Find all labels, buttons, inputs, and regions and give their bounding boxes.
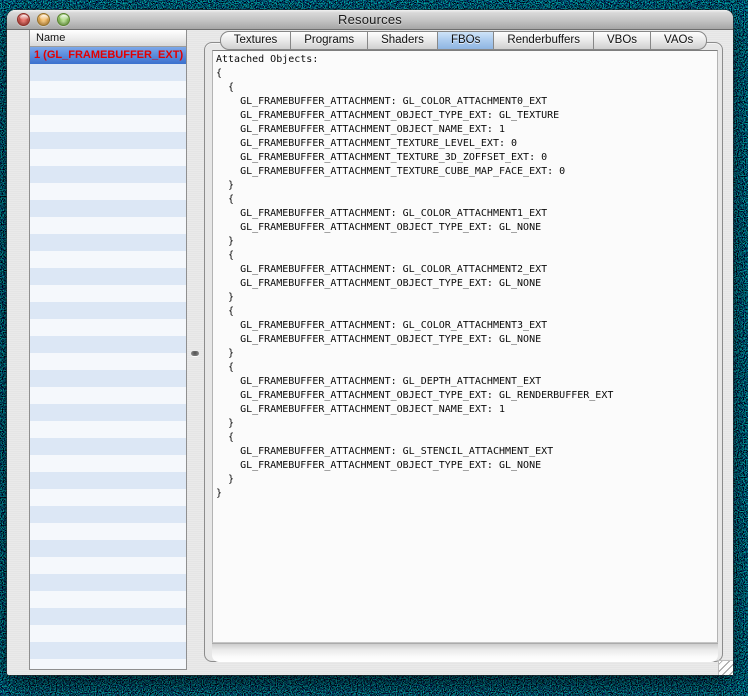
- tab-renderbuffers[interactable]: Renderbuffers: [493, 31, 594, 50]
- list-item[interactable]: [30, 81, 186, 98]
- list-item[interactable]: [30, 64, 186, 81]
- name-column-header[interactable]: Name: [30, 30, 186, 47]
- resource-rows: 1 (GL_FRAMEBUFFER_EXT): [30, 47, 186, 669]
- attachment-details[interactable]: Attached Objects: { { GL_FRAMEBUFFER_ATT…: [212, 50, 718, 643]
- attachment-dump: Attached Objects: { { GL_FRAMEBUFFER_ATT…: [213, 51, 717, 501]
- splitter[interactable]: [187, 30, 204, 670]
- horizontal-scrollbar[interactable]: [212, 643, 718, 662]
- list-item[interactable]: [30, 285, 186, 302]
- list-item[interactable]: [30, 268, 186, 285]
- list-item[interactable]: [30, 438, 186, 455]
- list-item[interactable]: [30, 166, 186, 183]
- minimize-button[interactable]: [37, 13, 50, 26]
- title-bar[interactable]: Resources: [7, 10, 733, 30]
- list-item[interactable]: [30, 302, 186, 319]
- list-item[interactable]: [30, 506, 186, 523]
- list-item[interactable]: [30, 523, 186, 540]
- app-window: Resources Name 1 (GL_FRAMEBUFFER_EXT) Te…: [7, 10, 733, 675]
- resource-list: Name 1 (GL_FRAMEBUFFER_EXT): [29, 30, 187, 670]
- list-item[interactable]: [30, 421, 186, 438]
- window-title: Resources: [338, 12, 402, 27]
- splitter-handle-icon: [191, 351, 199, 356]
- list-item[interactable]: [30, 149, 186, 166]
- list-item[interactable]: [30, 115, 186, 132]
- list-item[interactable]: [30, 336, 186, 353]
- list-item-selected[interactable]: 1 (GL_FRAMEBUFFER_EXT): [30, 47, 186, 64]
- list-item[interactable]: [30, 132, 186, 149]
- list-item[interactable]: [30, 591, 186, 608]
- list-item[interactable]: [30, 251, 186, 268]
- list-item[interactable]: [30, 608, 186, 625]
- list-item[interactable]: [30, 98, 186, 115]
- tab-bar: TexturesProgramsShadersFBOsRenderbuffers…: [204, 31, 723, 50]
- list-item[interactable]: [30, 642, 186, 659]
- tab-vbos[interactable]: VBOs: [593, 31, 651, 50]
- list-item[interactable]: [30, 217, 186, 234]
- traffic-lights: [17, 13, 77, 26]
- close-button[interactable]: [17, 13, 30, 26]
- list-item[interactable]: [30, 183, 186, 200]
- list-item[interactable]: [30, 404, 186, 421]
- list-item[interactable]: [30, 489, 186, 506]
- list-item[interactable]: [30, 455, 186, 472]
- tab-vaos[interactable]: VAOs: [650, 31, 707, 50]
- list-item[interactable]: [30, 540, 186, 557]
- resize-grip[interactable]: [718, 660, 733, 675]
- list-item[interactable]: [30, 200, 186, 217]
- zoom-button[interactable]: [57, 13, 70, 26]
- list-item[interactable]: [30, 319, 186, 336]
- list-item[interactable]: [30, 353, 186, 370]
- list-item[interactable]: [30, 387, 186, 404]
- tab-textures[interactable]: Textures: [220, 31, 291, 50]
- list-item[interactable]: [30, 234, 186, 251]
- list-item[interactable]: [30, 625, 186, 642]
- tab-programs[interactable]: Programs: [290, 31, 368, 50]
- tab-shaders[interactable]: Shaders: [367, 31, 438, 50]
- list-item[interactable]: [30, 574, 186, 591]
- tab-fbos[interactable]: FBOs: [437, 31, 494, 50]
- list-item[interactable]: [30, 659, 186, 669]
- list-item[interactable]: [30, 472, 186, 489]
- list-item[interactable]: [30, 557, 186, 574]
- list-item[interactable]: [30, 370, 186, 387]
